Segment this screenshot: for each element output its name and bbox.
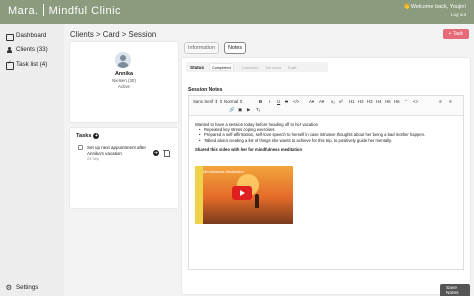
session-notes-label: Session Notes (188, 87, 223, 93)
client-name: Annika (115, 71, 133, 77)
bullet-list-icon[interactable]: ≡ (449, 99, 452, 104)
user-icon (6, 46, 12, 53)
brand-name: Mara. (8, 5, 39, 17)
underline-icon[interactable]: U (277, 99, 280, 104)
avatar (115, 52, 131, 68)
shared-video-title: Shared this video with her for mindfulne… (195, 146, 303, 152)
tab-information[interactable]: Information (184, 42, 219, 54)
sidebar-item-label: Settings (16, 284, 39, 291)
sidebar-item-task-list[interactable]: Task list (4) (6, 60, 48, 70)
video-thumbnail-banner (195, 166, 203, 224)
gear-icon (6, 283, 13, 292)
sidebar: Dashboard Clients (33) Task list (4) Set… (0, 24, 64, 296)
ordered-list-icon[interactable]: ≡ (439, 99, 442, 104)
video-icon[interactable]: ▶ (247, 107, 250, 113)
client-status: Active (118, 84, 130, 89)
italic-icon[interactable]: I (269, 99, 270, 104)
tasks-title: Tasks (76, 133, 92, 139)
top-bar: Mara. Mindful Clinic 👋Welcome back, Youji… (0, 0, 474, 24)
sidebar-item-label: Task list (4) (16, 61, 48, 68)
size-select[interactable]: ⇕ Normal ⇕ (219, 99, 243, 105)
status-option-no-show[interactable]: No show (264, 64, 283, 70)
embedded-video[interactable]: Mindfulness Meditation (195, 166, 293, 224)
trash-icon[interactable] (163, 149, 170, 157)
sidebar-item-clients[interactable]: Clients (33) (6, 46, 48, 53)
home-icon (6, 33, 14, 41)
subscript-icon[interactable]: x₂ (331, 99, 335, 104)
image-icon[interactable]: ▣ (238, 107, 242, 113)
code-block-icon[interactable]: <> (413, 99, 418, 104)
strikethrough-icon[interactable]: S (285, 99, 288, 104)
highlight-icon[interactable]: A▾ (319, 99, 324, 105)
list-item: Set up next appointment after Annika's v… (76, 144, 172, 170)
heading-5-button[interactable]: H5 (385, 99, 391, 104)
heading-6-button[interactable]: H6 (394, 99, 400, 104)
font-select-value: Sans Serif (193, 99, 214, 104)
heading-3-button[interactable]: H3 (367, 99, 373, 104)
status-label: Status (190, 64, 205, 70)
sidebar-item-label: Clients (33) (16, 46, 48, 53)
tasks-heading: Tasks + (76, 133, 100, 139)
sidebar-item-dashboard[interactable]: Dashboard (6, 32, 47, 41)
editor-toolbar: Sans Serif ⇕ ⇕ Normal ⇕ B I U S </> A▾ A… (189, 96, 463, 116)
link-icon[interactable]: 🔗 (229, 107, 234, 113)
notes-bullets: Repeated key stress coping exercises Pre… (195, 127, 457, 143)
sidebar-item-label: Dashboard (16, 32, 47, 39)
size-select-value: Normal (223, 99, 239, 104)
heading-1-button[interactable]: H1 (349, 99, 355, 104)
quote-icon[interactable]: ” (405, 99, 406, 104)
status-selector: Status Completed Canceled No show Draft (186, 62, 328, 72)
code-icon[interactable]: </> (293, 99, 299, 104)
user-greeting: 👋Welcome back, Youjin! Log out (403, 4, 466, 18)
status-option-completed[interactable]: Completed (210, 64, 233, 70)
video-thumbnail-figure (255, 194, 259, 208)
status-option-canceled[interactable]: Canceled (240, 64, 260, 70)
save-notes-button[interactable]: Save Notes (440, 284, 470, 296)
welcome-text: Welcome back, Youjin! (410, 4, 466, 10)
task-text: Set up next appointment after Annika's v… (87, 145, 147, 156)
task-checkbox[interactable] (78, 145, 83, 150)
brand-logo[interactable]: Mara. Mindful Clinic (8, 4, 121, 17)
brand-clinic-name: Mindful Clinic (48, 5, 122, 17)
text-color-icon[interactable]: A▾ (309, 99, 314, 105)
status-option-draft[interactable]: Draft (286, 64, 298, 70)
add-task-button[interactable]: + Task (442, 29, 469, 39)
heading-4-button[interactable]: H4 (376, 99, 382, 104)
arrow-right-icon[interactable]: ➜ (153, 150, 159, 156)
wave-icon: 👋 (403, 4, 411, 10)
notes-editor[interactable]: Sans Serif ⇕ ⇕ Normal ⇕ B I U S </> A▾ A… (188, 95, 464, 270)
superscript-icon[interactable]: x² (339, 99, 343, 104)
client-card: Annika Nielsen (30) Active (70, 42, 178, 122)
task-date: 23 Sep (87, 157, 100, 161)
heading-2-button[interactable]: H2 (358, 99, 364, 104)
checkbox-icon (6, 60, 14, 70)
sidebar-item-settings[interactable]: Settings (6, 283, 39, 292)
tasks-card: Tasks + Set up next appointment after An… (70, 128, 178, 208)
tab-notes[interactable]: Notes (224, 42, 247, 54)
play-icon[interactable] (232, 186, 252, 200)
client-details: Nielsen (30) (112, 78, 136, 83)
video-title: Mindfulness Meditation (203, 169, 244, 174)
bold-icon[interactable]: B (259, 99, 262, 104)
logout-link[interactable]: Log out (403, 11, 466, 18)
font-select[interactable]: Sans Serif ⇕ (193, 99, 218, 105)
brand-divider (42, 4, 44, 16)
notes-content[interactable]: Wanted to have a session today before he… (195, 122, 457, 224)
add-task-icon[interactable]: + (93, 133, 100, 139)
list-item: Talked about creating a list of things s… (199, 138, 457, 143)
clear-format-icon[interactable]: Tₓ (256, 107, 260, 112)
main-content: Clients > Card > Session + Task Annika N… (64, 24, 474, 296)
session-card: Status Completed Canceled No show Draft … (182, 58, 470, 296)
breadcrumb: Clients > Card > Session (70, 30, 157, 39)
